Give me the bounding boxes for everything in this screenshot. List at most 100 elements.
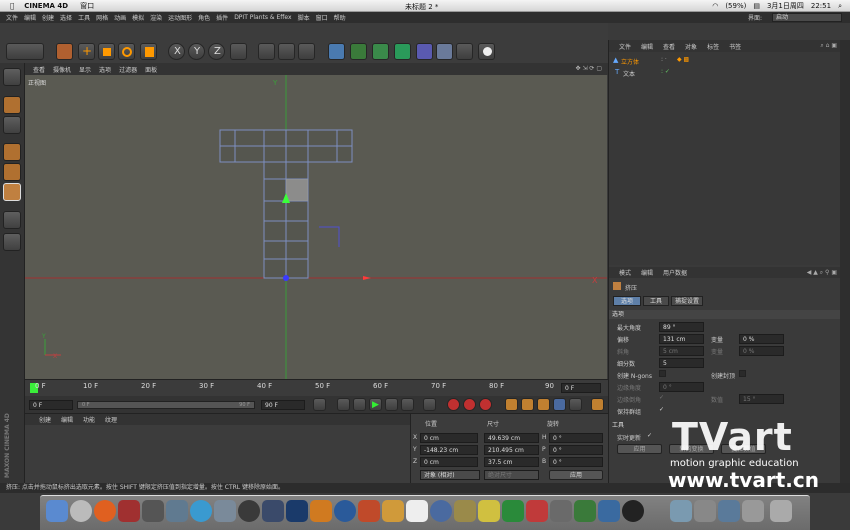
trash-icon[interactable] — [770, 500, 792, 522]
snap-magnet-icon[interactable] — [3, 233, 21, 251]
clock-time[interactable]: 22:51 — [811, 2, 831, 10]
timeline-ruler[interactable]: 0 F 10 F 20 F 30 F 40 F 50 F 60 F 70 F 8… — [25, 379, 608, 396]
menu-create[interactable]: 创建 — [42, 13, 54, 22]
camera-icon[interactable] — [456, 43, 473, 60]
texture-mode-icon[interactable] — [3, 116, 21, 134]
app-icon-28[interactable] — [742, 500, 764, 522]
subdivision-surface-icon[interactable] — [372, 43, 389, 60]
object-visibility-dots[interactable]: : · — [661, 56, 667, 63]
realtime-update-checkbox[interactable]: ✓ — [647, 432, 652, 439]
variance2-field[interactable]: 0 % — [739, 346, 784, 356]
size-z-field[interactable]: 37.5 cm — [484, 457, 539, 467]
right-side-tabs[interactable] — [840, 40, 850, 483]
app-icon-18[interactable] — [478, 500, 500, 522]
layout-select[interactable]: 启动 — [772, 13, 842, 22]
menu-render[interactable]: 渲染 — [150, 13, 162, 22]
coord-mode-select[interactable]: 对象 (相对) — [420, 470, 480, 480]
photoshop-icon[interactable] — [286, 500, 308, 522]
floor-icon[interactable] — [436, 43, 453, 60]
keyframe-selection-icon[interactable] — [479, 398, 492, 411]
edge-bevel-checkbox[interactable]: ✓ — [659, 394, 664, 401]
cinema4d-icon[interactable] — [334, 500, 356, 522]
rotation-h-field[interactable]: 0 ° — [549, 433, 603, 443]
position-z-field[interactable]: 0 cm — [420, 457, 478, 467]
render-settings-icon[interactable] — [298, 43, 315, 60]
points-mode-icon[interactable] — [3, 143, 21, 161]
scale-icon[interactable] — [98, 43, 115, 60]
spotlight-icon[interactable]: ⌕ — [838, 2, 842, 11]
viewport-menu-view[interactable]: 查看 — [33, 65, 45, 74]
viewport[interactable]: 正视图 X Y Y X — [25, 75, 607, 379]
objects-menu-view[interactable]: 查看 — [663, 42, 675, 51]
calendar-icon[interactable] — [406, 500, 428, 522]
play-icon[interactable]: ▶ — [369, 398, 382, 411]
viewport-menu-display[interactable]: 显示 — [79, 65, 91, 74]
menu-simulate[interactable]: 模拟 — [132, 13, 144, 22]
menu-mesh[interactable]: 网格 — [96, 13, 108, 22]
render-view-icon[interactable] — [258, 43, 275, 60]
light-icon[interactable] — [478, 43, 495, 60]
keep-groups-checkbox[interactable]: ✓ — [659, 406, 664, 413]
size-x-field[interactable]: 49.639 cm — [484, 433, 539, 443]
apple-icon[interactable]:  — [10, 2, 14, 10]
material-menu-edit[interactable]: 编辑 — [61, 415, 73, 424]
launchpad-icon[interactable] — [70, 500, 92, 522]
itunes-icon[interactable] — [430, 500, 452, 522]
x-axis-lock-icon[interactable]: X — [168, 43, 185, 60]
folder-icon[interactable] — [670, 500, 692, 522]
menu-tools[interactable]: 工具 — [78, 13, 90, 22]
menu-file[interactable]: 文件 — [6, 13, 18, 22]
menu-dpit[interactable]: DPIT Plants & Effex — [234, 14, 291, 21]
app-icon-4[interactable] — [142, 500, 164, 522]
viewport-menu-options[interactable]: 选项 — [99, 65, 111, 74]
menu-help[interactable]: 帮助 — [334, 13, 346, 22]
cube-object-icon[interactable] — [328, 43, 345, 60]
polygons-mode-icon[interactable] — [3, 183, 21, 201]
app-icon-8[interactable] — [238, 500, 260, 522]
menu-mograph[interactable]: 运动图形 — [168, 13, 192, 22]
value-field[interactable]: 15 ° — [739, 394, 784, 404]
bevel-field[interactable]: 5 cm — [659, 346, 704, 356]
key-rotation-icon[interactable] — [537, 398, 550, 411]
axis-mode-icon[interactable] — [3, 211, 21, 229]
downloads-icon[interactable] — [694, 500, 716, 522]
objects-menu-objects[interactable]: 对象 — [685, 42, 697, 51]
render-picture-viewer-icon[interactable] — [278, 43, 295, 60]
offset-field[interactable]: 131 cm — [659, 334, 704, 344]
object-tags[interactable]: ◆ ▩ — [677, 56, 689, 63]
attr-nav-icons[interactable]: ◀ ▲ ⌕ ⚲ ▣ — [807, 269, 837, 277]
battery-status[interactable]: (59%) — [725, 2, 746, 10]
object-name-text[interactable]: 文本 — [623, 69, 635, 78]
create-ngons-checkbox[interactable] — [659, 370, 666, 377]
object-check-icon[interactable]: : ✓ — [661, 68, 670, 75]
next-frame-icon[interactable] — [385, 398, 398, 411]
recent-tools-icon[interactable] — [140, 43, 157, 60]
key-parameter-icon[interactable] — [553, 398, 566, 411]
array-icon[interactable] — [394, 43, 411, 60]
z-axis-lock-icon[interactable]: Z — [208, 43, 225, 60]
edge-angle-field[interactable]: 0 ° — [659, 382, 704, 392]
app-icon-7[interactable] — [214, 500, 236, 522]
viewport-menu-filter[interactable]: 过滤器 — [119, 65, 137, 74]
object-name-cube[interactable]: 立方体 — [621, 57, 639, 66]
rotation-p-field[interactable]: 0 ° — [549, 445, 603, 455]
realflow-icon[interactable] — [358, 500, 380, 522]
app-icon-3[interactable] — [118, 500, 140, 522]
live-select-icon[interactable] — [56, 43, 73, 60]
tab-tools[interactable]: 工具 — [643, 296, 669, 306]
menu-animate[interactable]: 动画 — [114, 13, 126, 22]
app-icon-19[interactable] — [502, 500, 524, 522]
objects-menu-tags[interactable]: 标签 — [707, 42, 719, 51]
app-icon-20[interactable] — [526, 500, 548, 522]
autokey-icon[interactable] — [463, 398, 476, 411]
attr-menu-edit[interactable]: 编辑 — [641, 268, 653, 277]
menu-plugins[interactable]: 插件 — [216, 13, 228, 22]
objects-menu-edit[interactable]: 编辑 — [641, 42, 653, 51]
subdivision-field[interactable]: 5 — [659, 358, 704, 368]
rotate-icon[interactable] — [118, 43, 135, 60]
position-x-field[interactable]: 0 cm — [420, 433, 478, 443]
menu-script[interactable]: 脚本 — [298, 13, 310, 22]
prev-frame-icon[interactable] — [353, 398, 366, 411]
after-effects-icon[interactable] — [262, 500, 284, 522]
tab-snapping[interactable]: 捕捉设置 — [671, 296, 703, 306]
